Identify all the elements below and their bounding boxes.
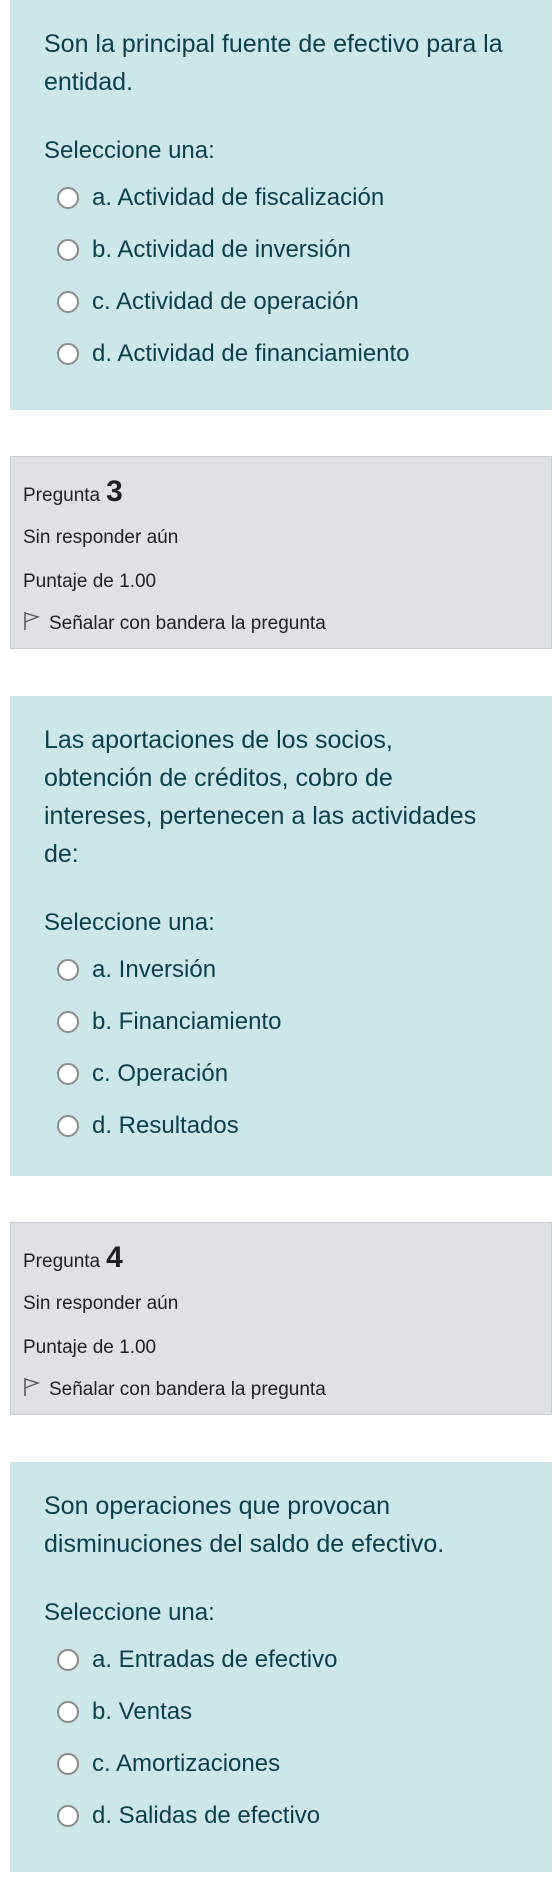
answer-option[interactable]: b. Ventas <box>44 1686 518 1738</box>
option-label: b. Financiamiento <box>92 1008 282 1035</box>
radio-button[interactable] <box>57 1805 79 1827</box>
question-info-box: Pregunta 3 Sin responder aún Puntaje de … <box>10 456 552 649</box>
question-number: Pregunta 3 <box>23 465 539 507</box>
question-number-value: 3 <box>106 475 123 508</box>
radio-button[interactable] <box>57 1011 79 1033</box>
question-label: Pregunta <box>23 485 101 506</box>
question-text: Son operaciones que provocan disminucion… <box>44 1492 445 1558</box>
answer-option[interactable]: c. Actividad de operación <box>44 276 518 328</box>
question-label: Pregunta <box>23 1251 101 1272</box>
radio-button[interactable] <box>57 343 79 365</box>
option-label: c. Amortizaciones <box>92 1750 281 1777</box>
question-status: Sin responder aún <box>23 527 179 548</box>
flag-question-link[interactable]: Señalar con bandera la pregunta <box>23 611 539 637</box>
option-label: b. Actividad de inversión <box>92 236 351 263</box>
answer-options: a. Inversión b. Financiamiento c. Operac… <box>44 944 518 1152</box>
radio-button[interactable] <box>57 959 79 981</box>
answer-options: a. Actividad de fiscalización b. Activid… <box>44 172 518 380</box>
question-info-box: Pregunta 4 Sin responder aún Puntaje de … <box>10 1222 552 1415</box>
radio-button[interactable] <box>57 1649 79 1671</box>
option-label: d. Salidas de efectivo <box>92 1802 321 1829</box>
option-label: b. Ventas <box>92 1698 193 1725</box>
radio-button[interactable] <box>57 1701 79 1723</box>
answer-option[interactable]: c. Amortizaciones <box>44 1738 518 1790</box>
answer-option[interactable]: a. Actividad de fiscalización <box>44 172 518 224</box>
question-text: Son la principal fuente de efectivo para… <box>44 30 503 96</box>
flag-icon <box>23 611 49 637</box>
question-text-box: Son la principal fuente de efectivo para… <box>10 0 552 410</box>
radio-button[interactable] <box>57 1115 79 1137</box>
option-label: a. Inversión <box>92 956 217 983</box>
radio-button[interactable] <box>57 1063 79 1085</box>
answer-option[interactable]: d. Salidas de efectivo <box>44 1790 518 1842</box>
answer-option[interactable]: a. Inversión <box>44 944 518 996</box>
question-score: Puntaje de 1.00 <box>23 1337 157 1358</box>
question-text: Las aportaciones de los socios, obtenció… <box>44 726 477 868</box>
radio-button[interactable] <box>57 239 79 261</box>
answer-option[interactable]: a. Entradas de efectivo <box>44 1634 518 1686</box>
question-text-box: Son operaciones que provocan disminucion… <box>10 1462 552 1872</box>
radio-button[interactable] <box>57 1753 79 1775</box>
option-label: d. Actividad de financiamiento <box>92 340 410 367</box>
option-label: a. Actividad de fiscalización <box>92 184 385 211</box>
answer-option[interactable]: d. Resultados <box>44 1100 518 1152</box>
question-number: Pregunta 4 <box>23 1231 539 1273</box>
select-prompt: Seleccione una: <box>44 137 215 164</box>
flag-label: Señalar con bandera la pregunta <box>49 1379 326 1400</box>
option-label: c. Actividad de operación <box>92 288 359 315</box>
answer-option[interactable]: b. Actividad de inversión <box>44 224 518 276</box>
question-text-box: Las aportaciones de los socios, obtenció… <box>10 696 552 1176</box>
answer-option[interactable]: b. Financiamiento <box>44 996 518 1048</box>
select-prompt: Seleccione una: <box>44 1599 215 1626</box>
answer-option[interactable]: d. Actividad de financiamiento <box>44 328 518 380</box>
flag-question-link[interactable]: Señalar con bandera la pregunta <box>23 1377 539 1403</box>
question-status: Sin responder aún <box>23 1293 179 1314</box>
option-label: c. Operación <box>92 1060 229 1087</box>
question-number-value: 4 <box>106 1241 123 1274</box>
answer-options: a. Entradas de efectivo b. Ventas c. Amo… <box>44 1634 518 1842</box>
select-prompt: Seleccione una: <box>44 909 215 936</box>
question-score: Puntaje de 1.00 <box>23 571 157 592</box>
flag-icon <box>23 1377 49 1403</box>
option-label: a. Entradas de efectivo <box>92 1646 338 1673</box>
flag-label: Señalar con bandera la pregunta <box>49 613 326 634</box>
radio-button[interactable] <box>57 187 79 209</box>
option-label: d. Resultados <box>92 1112 239 1139</box>
radio-button[interactable] <box>57 291 79 313</box>
answer-option[interactable]: c. Operación <box>44 1048 518 1100</box>
